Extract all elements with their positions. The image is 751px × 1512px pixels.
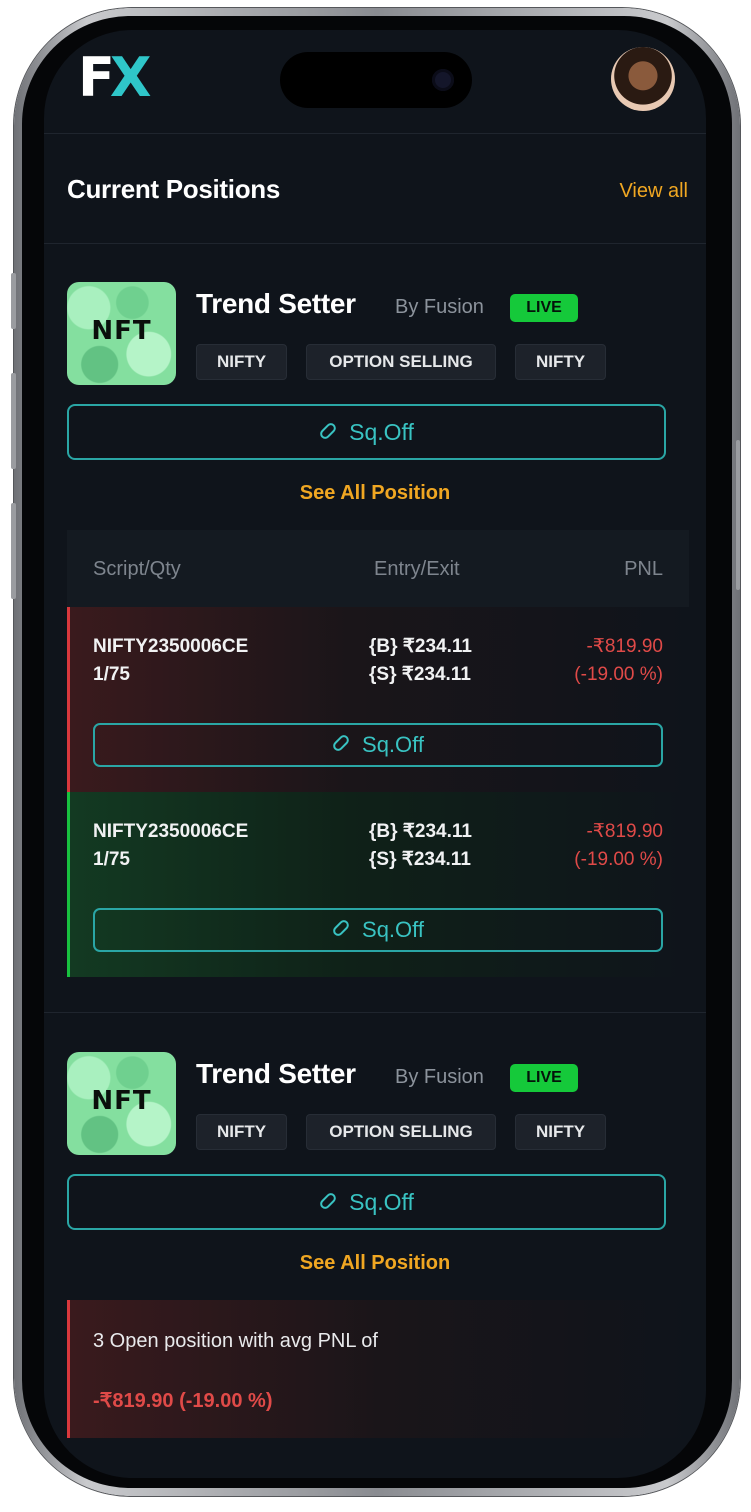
current-positions-header: Current Positions View all [44,134,706,244]
column-header-pnl: PNL [624,558,663,580]
front-camera-icon [432,69,454,91]
sqoff-label: Sq.Off [349,1189,414,1215]
pnl-percent: (-19.00 %) [574,664,663,685]
tag-nifty: NIFTY [515,1114,606,1150]
strategy-author: By Fusion [395,1066,484,1088]
strategy-thumbnail: NFT [67,1052,176,1155]
volume-up-button [11,373,16,469]
thumbnail-label: NFT [91,1086,152,1116]
entry-price: {B} ₹234.11 [369,821,472,842]
exit-price: {S} ₹234.11 [369,849,471,870]
app-screen: FX Current Positions View all NFT Trend … [44,30,706,1478]
live-badge: LIVE [510,294,578,322]
pnl-cell: -₹819.90 (-19.00 %) [574,633,663,689]
live-badge: LIVE [510,1064,578,1092]
script-name: NIFTY2350006CE [93,636,249,657]
positions-table: Script/Qty Entry/Exit PNL NIFTY2350006CE… [67,530,689,977]
fx-logo[interactable]: FX [78,46,152,109]
sqoff-label: Sq.Off [349,419,414,445]
open-positions-summary: 3 Open position with avg PNL of -₹819.90… [67,1300,689,1438]
link-icon [331,733,351,753]
entry-exit-cell: {B} ₹234.11 {S} ₹234.11 [369,818,472,874]
pnl-value: -₹819.90 [586,636,663,657]
tag-option-selling: OPTION SELLING [306,344,496,380]
tag-nifty: NIFTY [196,344,287,380]
script-cell: NIFTY2350006CE 1/75 [93,818,248,874]
mute-switch [11,273,16,329]
strategy-name: Trend Setter [196,288,356,319]
link-icon [331,918,351,938]
table-row: NIFTY2350006CE 1/75 {B} ₹234.11 {S} ₹234… [67,607,689,792]
dynamic-island [280,52,472,108]
entry-exit-cell: {B} ₹234.11 {S} ₹234.11 [369,633,472,689]
summary-text: 3 Open position with avg PNL of [93,1330,378,1352]
top-bar: FX [44,30,706,134]
exit-price: {S} ₹234.11 [369,664,471,685]
script-cell: NIFTY2350006CE 1/75 [93,633,248,689]
thumbnail-label: NFT [91,316,152,346]
logo-letter-f: F [78,46,115,109]
view-all-link[interactable]: View all [619,180,688,203]
see-all-position-link[interactable]: See All Position [44,1252,706,1275]
page-title: Current Positions [67,174,281,204]
pnl-percent: (-19.00 %) [574,849,663,870]
user-avatar[interactable] [611,47,675,111]
sqoff-label: Sq.Off [362,732,424,757]
tag-nifty: NIFTY [196,1114,287,1150]
script-qty: 1/75 [93,849,130,870]
tag-nifty: NIFTY [515,344,606,380]
power-button [736,440,740,590]
sqoff-label: Sq.Off [362,917,424,942]
strategy-author: By Fusion [395,296,484,318]
link-icon [318,1191,339,1211]
table-row: NIFTY2350006CE 1/75 {B} ₹234.11 {S} ₹234… [67,792,689,977]
link-icon [318,421,339,441]
volume-down-button [11,503,16,599]
strategy-name: Trend Setter [196,1058,356,1089]
script-name: NIFTY2350006CE [93,821,249,842]
tag-option-selling: OPTION SELLING [306,1114,496,1150]
entry-price: {B} ₹234.11 [369,636,472,657]
pnl-cell: -₹819.90 (-19.00 %) [574,818,663,874]
sqoff-button[interactable]: Sq.Off [67,1174,666,1230]
strategy-thumbnail: NFT [67,282,176,385]
sqoff-button[interactable]: Sq.Off [67,404,666,460]
pnl-value: -₹819.90 [586,821,663,842]
logo-letter-x: X [109,46,152,109]
column-header-entry: Entry/Exit [374,558,460,580]
see-all-position-link[interactable]: See All Position [44,482,706,505]
column-header-script: Script/Qty [93,558,181,580]
table-header: Script/Qty Entry/Exit PNL [67,530,689,607]
section-divider [44,1012,706,1013]
script-qty: 1/75 [93,664,130,685]
summary-pnl-value: -₹819.90 (-19.00 %) [93,1390,273,1412]
row-sqoff-button[interactable]: Sq.Off [93,908,663,952]
row-sqoff-button[interactable]: Sq.Off [93,723,663,767]
